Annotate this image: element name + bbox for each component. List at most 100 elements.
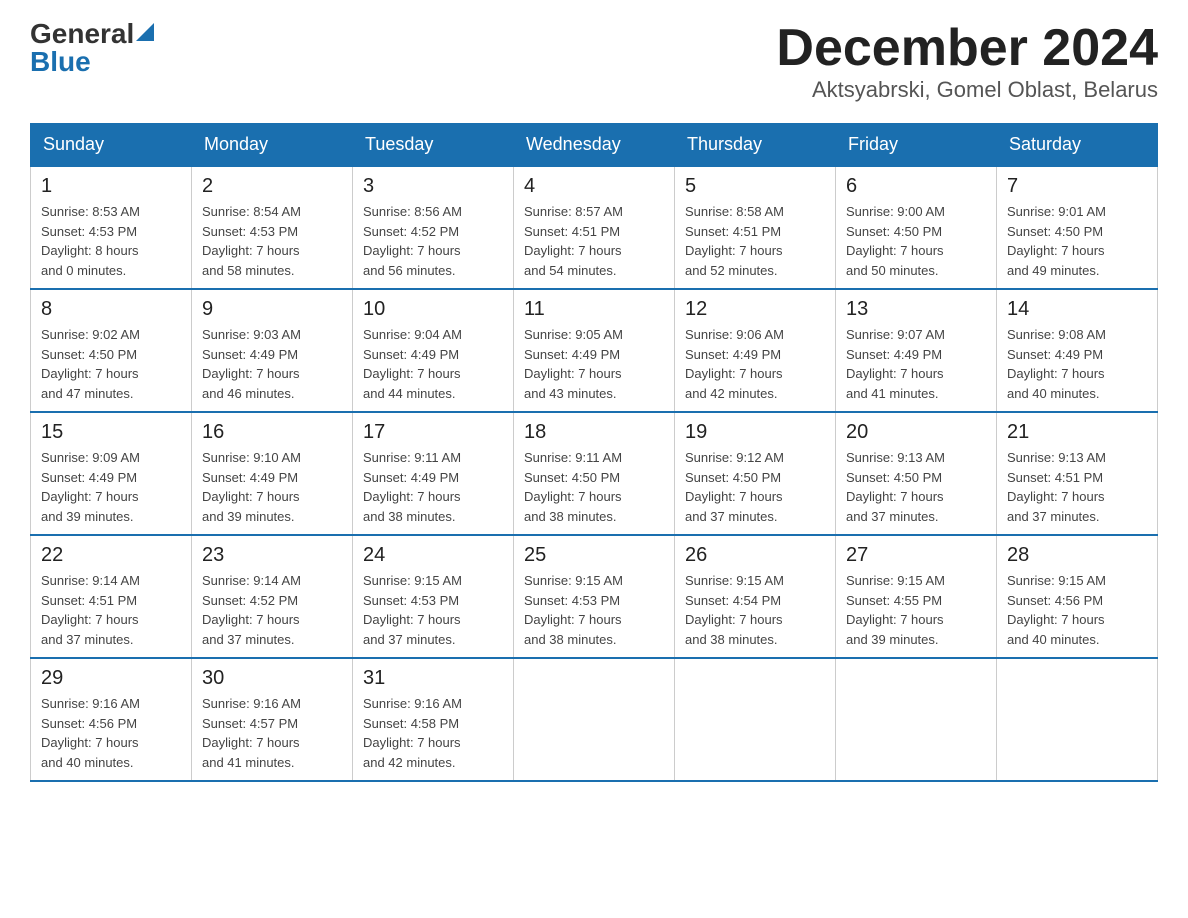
day-number: 21 bbox=[1007, 421, 1147, 444]
calendar-cell: 14 Sunrise: 9:08 AM Sunset: 4:49 PM Dayli… bbox=[997, 289, 1158, 412]
calendar-cell: 29 Sunrise: 9:16 AM Sunset: 4:56 PM Dayli… bbox=[31, 658, 192, 781]
calendar-cell: 23 Sunrise: 9:14 AM Sunset: 4:52 PM Dayli… bbox=[192, 535, 353, 658]
day-number: 1 bbox=[41, 175, 181, 198]
day-info: Sunrise: 9:03 AM Sunset: 4:49 PM Dayligh… bbox=[202, 325, 342, 403]
day-info: Sunrise: 8:58 AM Sunset: 4:51 PM Dayligh… bbox=[685, 202, 825, 280]
calendar-header: SundayMondayTuesdayWednesdayThursdayFrid… bbox=[31, 124, 1158, 167]
header-tuesday: Tuesday bbox=[353, 124, 514, 167]
calendar-cell: 19 Sunrise: 9:12 AM Sunset: 4:50 PM Dayli… bbox=[675, 412, 836, 535]
day-number: 27 bbox=[846, 544, 986, 567]
day-info: Sunrise: 9:09 AM Sunset: 4:49 PM Dayligh… bbox=[41, 448, 181, 526]
calendar-cell: 9 Sunrise: 9:03 AM Sunset: 4:49 PM Daylig… bbox=[192, 289, 353, 412]
title-block: December 2024 Aktsyabrski, Gomel Oblast,… bbox=[776, 20, 1158, 103]
calendar-cell: 24 Sunrise: 9:15 AM Sunset: 4:53 PM Dayli… bbox=[353, 535, 514, 658]
day-number: 25 bbox=[524, 544, 664, 567]
day-number: 17 bbox=[363, 421, 503, 444]
logo-general-text: General bbox=[30, 20, 134, 48]
calendar-cell: 2Sunrise: 8:54 AM Sunset: 4:53 PM Daylig… bbox=[192, 166, 353, 289]
calendar-cell: 27 Sunrise: 9:15 AM Sunset: 4:55 PM Dayli… bbox=[836, 535, 997, 658]
day-number: 18 bbox=[524, 421, 664, 444]
day-number: 6 bbox=[846, 175, 986, 198]
calendar-cell: 1 Sunrise: 8:53 AM Sunset: 4:53 PM Daylig… bbox=[31, 166, 192, 289]
calendar-week-4: 22 Sunrise: 9:14 AM Sunset: 4:51 PM Dayli… bbox=[31, 535, 1158, 658]
day-number: 3 bbox=[363, 175, 503, 198]
header-row: SundayMondayTuesdayWednesdayThursdayFrid… bbox=[31, 124, 1158, 167]
calendar-cell: 8 Sunrise: 9:02 AM Sunset: 4:50 PM Daylig… bbox=[31, 289, 192, 412]
day-info: Sunrise: 9:15 AM Sunset: 4:53 PM Dayligh… bbox=[363, 571, 503, 649]
day-number: 11 bbox=[524, 298, 664, 321]
day-number: 14 bbox=[1007, 298, 1147, 321]
calendar-cell: 7Sunrise: 9:01 AM Sunset: 4:50 PM Daylig… bbox=[997, 166, 1158, 289]
day-number: 26 bbox=[685, 544, 825, 567]
day-info: Sunrise: 8:53 AM Sunset: 4:53 PM Dayligh… bbox=[41, 202, 181, 280]
calendar-cell bbox=[514, 658, 675, 781]
day-number: 12 bbox=[685, 298, 825, 321]
header-wednesday: Wednesday bbox=[514, 124, 675, 167]
day-number: 15 bbox=[41, 421, 181, 444]
day-number: 13 bbox=[846, 298, 986, 321]
calendar-cell: 11 Sunrise: 9:05 AM Sunset: 4:49 PM Dayli… bbox=[514, 289, 675, 412]
location-title: Aktsyabrski, Gomel Oblast, Belarus bbox=[776, 77, 1158, 103]
header-monday: Monday bbox=[192, 124, 353, 167]
day-number: 28 bbox=[1007, 544, 1147, 567]
day-number: 10 bbox=[363, 298, 503, 321]
day-info: Sunrise: 9:13 AM Sunset: 4:50 PM Dayligh… bbox=[846, 448, 986, 526]
calendar-cell: 31Sunrise: 9:16 AM Sunset: 4:58 PM Dayli… bbox=[353, 658, 514, 781]
header-thursday: Thursday bbox=[675, 124, 836, 167]
day-info: Sunrise: 8:56 AM Sunset: 4:52 PM Dayligh… bbox=[363, 202, 503, 280]
day-info: Sunrise: 9:11 AM Sunset: 4:49 PM Dayligh… bbox=[363, 448, 503, 526]
day-number: 22 bbox=[41, 544, 181, 567]
calendar-cell: 10 Sunrise: 9:04 AM Sunset: 4:49 PM Dayli… bbox=[353, 289, 514, 412]
header-sunday: Sunday bbox=[31, 124, 192, 167]
day-number: 29 bbox=[41, 667, 181, 690]
calendar-cell bbox=[997, 658, 1158, 781]
day-number: 24 bbox=[363, 544, 503, 567]
day-number: 8 bbox=[41, 298, 181, 321]
day-number: 20 bbox=[846, 421, 986, 444]
day-info: Sunrise: 9:01 AM Sunset: 4:50 PM Dayligh… bbox=[1007, 202, 1147, 280]
calendar-cell: 13Sunrise: 9:07 AM Sunset: 4:49 PM Dayli… bbox=[836, 289, 997, 412]
day-number: 9 bbox=[202, 298, 342, 321]
day-number: 30 bbox=[202, 667, 342, 690]
day-info: Sunrise: 9:14 AM Sunset: 4:52 PM Dayligh… bbox=[202, 571, 342, 649]
day-number: 19 bbox=[685, 421, 825, 444]
day-info: Sunrise: 9:05 AM Sunset: 4:49 PM Dayligh… bbox=[524, 325, 664, 403]
day-number: 23 bbox=[202, 544, 342, 567]
day-number: 16 bbox=[202, 421, 342, 444]
day-info: Sunrise: 9:12 AM Sunset: 4:50 PM Dayligh… bbox=[685, 448, 825, 526]
day-info: Sunrise: 9:06 AM Sunset: 4:49 PM Dayligh… bbox=[685, 325, 825, 403]
calendar-body: 1 Sunrise: 8:53 AM Sunset: 4:53 PM Daylig… bbox=[31, 166, 1158, 781]
day-number: 4 bbox=[524, 175, 664, 198]
day-info: Sunrise: 9:16 AM Sunset: 4:56 PM Dayligh… bbox=[41, 694, 181, 772]
day-number: 31 bbox=[363, 667, 503, 690]
page-header: General Blue December 2024 Aktsyabrski, … bbox=[30, 20, 1158, 103]
day-info: Sunrise: 9:14 AM Sunset: 4:51 PM Dayligh… bbox=[41, 571, 181, 649]
header-friday: Friday bbox=[836, 124, 997, 167]
day-info: Sunrise: 9:15 AM Sunset: 4:55 PM Dayligh… bbox=[846, 571, 986, 649]
day-info: Sunrise: 9:11 AM Sunset: 4:50 PM Dayligh… bbox=[524, 448, 664, 526]
calendar-cell bbox=[836, 658, 997, 781]
day-info: Sunrise: 8:57 AM Sunset: 4:51 PM Dayligh… bbox=[524, 202, 664, 280]
calendar-cell: 22 Sunrise: 9:14 AM Sunset: 4:51 PM Dayli… bbox=[31, 535, 192, 658]
calendar-cell: 17 Sunrise: 9:11 AM Sunset: 4:49 PM Dayli… bbox=[353, 412, 514, 535]
day-info: Sunrise: 9:15 AM Sunset: 4:54 PM Dayligh… bbox=[685, 571, 825, 649]
logo-blue-text: Blue bbox=[30, 48, 91, 76]
day-info: Sunrise: 9:08 AM Sunset: 4:49 PM Dayligh… bbox=[1007, 325, 1147, 403]
day-number: 5 bbox=[685, 175, 825, 198]
calendar-cell: 16Sunrise: 9:10 AM Sunset: 4:49 PM Dayli… bbox=[192, 412, 353, 535]
logo: General Blue bbox=[30, 20, 154, 76]
calendar-week-2: 8 Sunrise: 9:02 AM Sunset: 4:50 PM Daylig… bbox=[31, 289, 1158, 412]
day-info: Sunrise: 8:54 AM Sunset: 4:53 PM Dayligh… bbox=[202, 202, 342, 280]
calendar-cell: 18 Sunrise: 9:11 AM Sunset: 4:50 PM Dayli… bbox=[514, 412, 675, 535]
calendar-cell: 12 Sunrise: 9:06 AM Sunset: 4:49 PM Dayli… bbox=[675, 289, 836, 412]
month-title: December 2024 bbox=[776, 20, 1158, 77]
calendar-cell: 25 Sunrise: 9:15 AM Sunset: 4:53 PM Dayli… bbox=[514, 535, 675, 658]
calendar-cell: 6Sunrise: 9:00 AM Sunset: 4:50 PM Daylig… bbox=[836, 166, 997, 289]
calendar-cell: 30Sunrise: 9:16 AM Sunset: 4:57 PM Dayli… bbox=[192, 658, 353, 781]
calendar-cell: 4 Sunrise: 8:57 AM Sunset: 4:51 PM Daylig… bbox=[514, 166, 675, 289]
day-info: Sunrise: 9:15 AM Sunset: 4:56 PM Dayligh… bbox=[1007, 571, 1147, 649]
day-info: Sunrise: 9:04 AM Sunset: 4:49 PM Dayligh… bbox=[363, 325, 503, 403]
day-info: Sunrise: 9:15 AM Sunset: 4:53 PM Dayligh… bbox=[524, 571, 664, 649]
day-info: Sunrise: 9:02 AM Sunset: 4:50 PM Dayligh… bbox=[41, 325, 181, 403]
calendar-table: SundayMondayTuesdayWednesdayThursdayFrid… bbox=[30, 123, 1158, 782]
